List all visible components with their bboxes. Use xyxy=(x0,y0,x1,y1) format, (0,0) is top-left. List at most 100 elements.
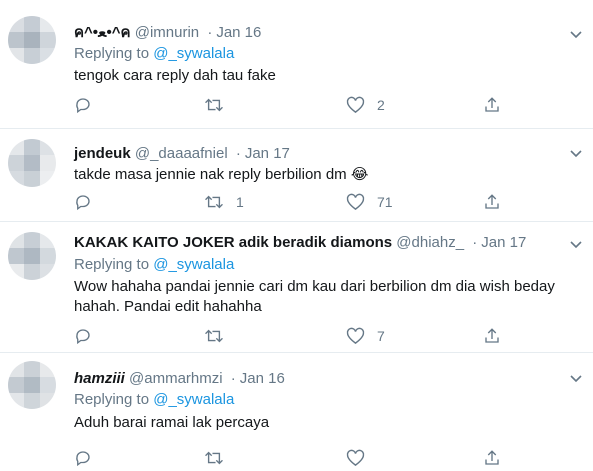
avatar[interactable] xyxy=(8,232,56,280)
avatar-tile xyxy=(24,361,40,377)
display-name[interactable]: jendeuk xyxy=(74,145,131,162)
tweet-date[interactable]: Jan 16 xyxy=(240,370,285,387)
replying-to-mention[interactable]: @_sywalala xyxy=(153,256,234,273)
heart-icon xyxy=(346,327,365,345)
reply-icon xyxy=(76,195,90,211)
tweet-text: Aduh barai ramai lak percaya xyxy=(74,414,270,431)
like-count: 7 xyxy=(377,328,385,344)
avatar[interactable] xyxy=(8,139,56,187)
avatar-tile xyxy=(40,264,56,280)
retweet-icon xyxy=(205,195,223,209)
like-button[interactable]: 71 xyxy=(346,191,393,213)
reply-button[interactable] xyxy=(74,94,104,116)
avatar-tile xyxy=(40,361,56,377)
separator-dot: · xyxy=(207,24,213,41)
avatar-tile xyxy=(40,377,56,393)
tweet-header: jendeuk @_daaaafniel · Jan 17 xyxy=(74,145,290,163)
like-button[interactable]: 2 xyxy=(346,94,385,116)
avatar-tile xyxy=(40,248,56,264)
avatar-tile xyxy=(8,48,24,64)
avatar-tile xyxy=(8,32,24,48)
display-name[interactable]: hamziii xyxy=(74,370,125,387)
retweet-button[interactable] xyxy=(204,447,236,469)
separator-dot: · xyxy=(235,145,241,162)
user-handle[interactable]: @ammarhmzi xyxy=(129,370,223,387)
tweet-text: takde masa jennie nak reply berbilion dm… xyxy=(74,166,369,183)
reply-button[interactable] xyxy=(74,447,104,469)
replying-to: Replying to @_sywalala xyxy=(74,391,234,409)
tweet-1[interactable]: ค^•ﻌ•^ค @imnurin · Jan 16 Replying to @_s… xyxy=(0,0,593,128)
reply-icon xyxy=(76,451,90,467)
avatar-tile xyxy=(24,139,40,155)
tweet-header: hamziii @ammarhmzi · Jan 16 xyxy=(74,370,285,388)
share-button[interactable] xyxy=(483,94,501,116)
reply-icon xyxy=(76,98,90,114)
avatar-tile xyxy=(40,139,56,155)
retweet-count: 1 xyxy=(236,194,244,210)
avatar-tile xyxy=(24,377,40,393)
separator-dot: · xyxy=(472,234,478,251)
chevron-down-icon[interactable] xyxy=(566,24,586,44)
avatar-tile xyxy=(8,264,24,280)
avatar-tile xyxy=(8,393,24,409)
chevron-down-icon[interactable] xyxy=(566,143,586,163)
retweet-icon xyxy=(205,98,223,112)
tweet-actions: 7 xyxy=(74,325,514,347)
retweet-button[interactable] xyxy=(204,325,236,347)
avatar-tile xyxy=(40,232,56,248)
replying-to-mention[interactable]: @_sywalala xyxy=(153,45,234,62)
chevron-down-icon[interactable] xyxy=(566,368,586,388)
separator-dot: · xyxy=(230,370,236,387)
avatar-tile xyxy=(8,139,24,155)
avatar-tile xyxy=(24,155,40,171)
avatar-tile xyxy=(40,393,56,409)
tweet-date[interactable]: Jan 16 xyxy=(216,24,261,41)
replying-to-label: Replying to xyxy=(74,45,150,62)
share-button[interactable] xyxy=(483,325,501,347)
user-handle[interactable]: @dhiahz_ xyxy=(396,234,464,251)
tweet-2[interactable]: jendeuk @_daaaafniel · Jan 17 takde masa … xyxy=(0,129,593,221)
avatar-tile xyxy=(8,377,24,393)
tweet-text: Wow hahaha pandai jennie cari dm kau dar… xyxy=(74,278,555,315)
avatar-tile xyxy=(8,232,24,248)
reply-button[interactable] xyxy=(74,325,104,347)
tweet-actions: 2 xyxy=(74,94,514,116)
avatar-tile xyxy=(24,16,40,32)
avatar-tile xyxy=(40,171,56,187)
avatar-tile xyxy=(24,32,40,48)
share-icon xyxy=(485,450,499,465)
avatar-tile xyxy=(24,248,40,264)
reply-icon xyxy=(76,329,90,345)
like-count: 71 xyxy=(377,194,393,210)
reply-button[interactable] xyxy=(74,191,104,213)
tweet-header: KAKAK KAITO JOKER adik beradik diamons @… xyxy=(74,234,526,252)
replying-to-mention[interactable]: @_sywalala xyxy=(153,391,234,408)
user-handle[interactable]: @_daaaafniel xyxy=(135,145,228,162)
retweet-button[interactable]: 1 xyxy=(204,191,244,213)
chevron-down-icon[interactable] xyxy=(566,234,586,254)
avatar-tile xyxy=(8,16,24,32)
share-icon xyxy=(485,97,499,112)
share-button[interactable] xyxy=(483,447,501,469)
retweet-button[interactable] xyxy=(204,94,236,116)
display-name[interactable]: KAKAK KAITO JOKER adik beradik diamons xyxy=(74,234,392,251)
tweet-header: ค^•ﻌ•^ค @imnurin · Jan 16 xyxy=(74,24,261,42)
like-button[interactable]: 7 xyxy=(346,325,385,347)
tweet-text: tengok cara reply dah tau fake xyxy=(74,67,276,84)
replying-to: Replying to @_sywalala xyxy=(74,45,234,63)
display-name[interactable]: ค^•ﻌ•^ค xyxy=(74,24,131,41)
like-button[interactable] xyxy=(346,447,377,469)
tweet-date[interactable]: Jan 17 xyxy=(245,145,290,162)
avatar-tile xyxy=(8,361,24,377)
replying-to-label: Replying to xyxy=(74,256,150,273)
share-button[interactable] xyxy=(483,191,501,213)
tweet-4[interactable]: hamziii @ammarhmzi · Jan 16 Replying to @… xyxy=(0,353,593,471)
avatar-tile xyxy=(24,393,40,409)
avatar-tile xyxy=(40,48,56,64)
tweet-date[interactable]: Jan 17 xyxy=(481,234,526,251)
tweet-3[interactable]: KAKAK KAITO JOKER adik beradik diamons @… xyxy=(0,222,593,352)
avatar[interactable] xyxy=(8,361,56,409)
heart-icon xyxy=(346,96,365,114)
avatar[interactable] xyxy=(8,16,56,64)
user-handle[interactable]: @imnurin xyxy=(135,24,199,41)
